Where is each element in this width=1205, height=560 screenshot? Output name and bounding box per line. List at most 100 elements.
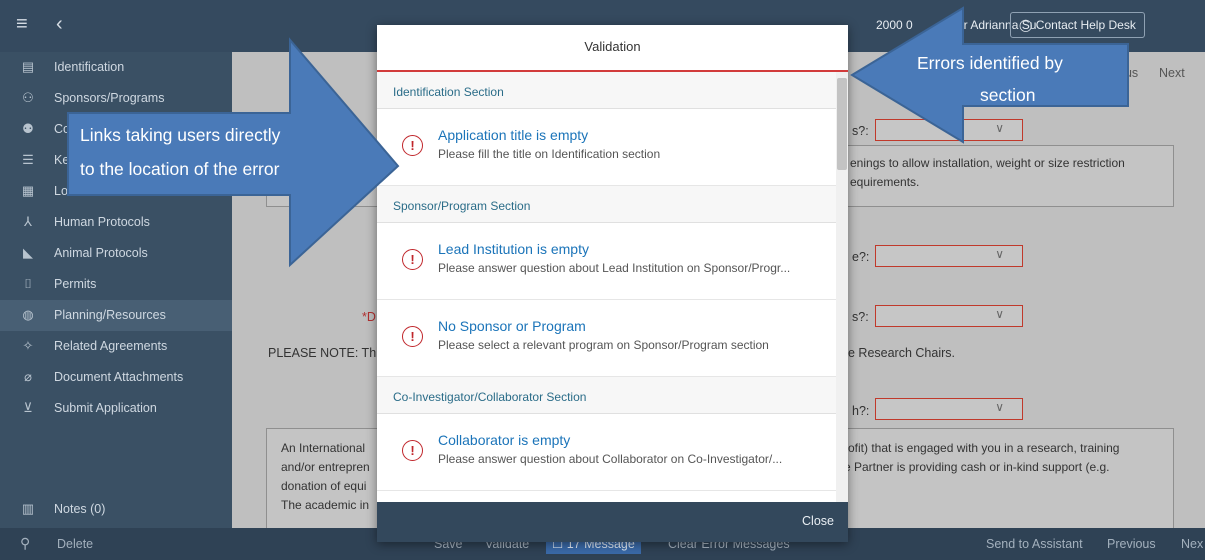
sidebar-item-label: Sponsors/Programs: [54, 91, 165, 105]
error-description: Please answer question about Collaborato…: [438, 452, 783, 466]
info-text: and/or entrepren: [281, 460, 370, 474]
question-label: e?:: [852, 250, 870, 264]
sidebar-item-permits[interactable]: ⌷ Permits: [0, 269, 232, 300]
list-icon: ☰: [22, 152, 34, 167]
close-button[interactable]: Close: [802, 514, 834, 528]
error-description: Please select a relevant program on Spon…: [438, 338, 769, 352]
error-link[interactable]: ! Collaborator is empty Please answer qu…: [377, 414, 836, 491]
send-to-assistant-button[interactable]: Send to Assistant: [986, 537, 1083, 551]
info-text: equirements.: [850, 175, 920, 189]
question-label: h?:: [852, 404, 870, 418]
sidebar-item-planning-resources[interactable]: ◍ Planning/Resources: [0, 300, 232, 331]
error-description: Please answer question about Lead Instit…: [438, 261, 791, 275]
form-icon: ▤: [21, 59, 35, 74]
note-text: PLEASE NOTE: Thi: [268, 346, 379, 360]
chevron-down-icon: ∨: [995, 121, 1004, 135]
next-link[interactable]: Next: [1159, 66, 1185, 80]
sidebar-item-human-protocols[interactable]: ⅄ Human Protocols: [0, 207, 232, 238]
info-text: An International: [281, 441, 366, 455]
sidebar-item-label: Lo: [54, 184, 68, 198]
chevron-down-icon: ∨: [995, 247, 1004, 261]
submit-icon: ⊻: [23, 400, 33, 415]
contact-help-desk-button[interactable]: ◯ Contact Help Desk: [1010, 12, 1145, 38]
section-heading: Identification Section: [393, 85, 504, 99]
permit-icon: ⌷: [24, 276, 32, 291]
validation-list: Identification Section ! Application tit…: [377, 72, 848, 502]
info-text: e Partner is providing cash or in-kind s…: [844, 460, 1110, 474]
paperclip-icon: ⌀: [24, 369, 32, 384]
notes-icon: ▥: [21, 501, 35, 516]
sidebar-item-label: Permits: [54, 277, 97, 291]
scrollbar-thumb[interactable]: [837, 78, 847, 170]
animal-icon: ◣: [23, 245, 33, 260]
error-icon: !: [402, 440, 423, 461]
file-number: 2000 0: [876, 18, 913, 32]
runner-icon: ⅄: [24, 214, 32, 229]
dialog-title: Validation: [377, 25, 848, 72]
search-user-icon[interactable]: ⚲: [20, 535, 30, 552]
chevron-down-icon: ∨: [995, 400, 1004, 414]
sidebar-item-submit-application[interactable]: ⊻ Submit Application: [0, 393, 232, 424]
headset-icon: ◯: [1019, 18, 1033, 32]
scrollbar[interactable]: [836, 72, 848, 502]
globe-icon: ◍: [22, 307, 34, 322]
sidebar-item-label: Identification: [54, 60, 125, 74]
annotation-label: to the location of the error: [80, 159, 280, 179]
sidebar-item-document-attachments[interactable]: ⌀ Document Attachments: [0, 362, 232, 393]
error-link[interactable]: ! Application title is empty Please fill…: [377, 109, 836, 186]
sidebar-item-notes[interactable]: ▥ Notes (0): [0, 494, 232, 525]
info-text: The academic in: [281, 498, 370, 512]
error-title[interactable]: No Sponsor or Program: [438, 318, 586, 334]
error-title[interactable]: Lead Institution is empty: [438, 241, 589, 257]
answer-select[interactable]: ∨: [875, 119, 1023, 141]
delete-button[interactable]: Delete: [57, 537, 93, 551]
dialog-footer: Close: [377, 502, 848, 542]
error-title[interactable]: Application title is empty: [438, 127, 588, 143]
section-header: Co-Investigator/Collaborator Section: [377, 377, 836, 414]
sidebar-item-label: Animal Protocols: [54, 246, 148, 260]
annotation-label: Links taking users directly: [80, 125, 281, 145]
sidebar-item-label: Planning/Resources: [54, 308, 166, 322]
previous-link[interactable]: ous: [1118, 66, 1138, 80]
hamburger-icon[interactable]: ≡: [16, 14, 28, 34]
previous-button[interactable]: Previous: [1107, 537, 1156, 551]
people-icon: ⚇: [22, 90, 34, 105]
info-text: donation of equi: [281, 479, 367, 493]
sidebar-item-label: Related Agreements: [54, 339, 168, 353]
notes-label: Notes (0): [54, 502, 106, 516]
section-header: Identification Section: [377, 72, 836, 109]
annotation-label: Errors identified by: [917, 53, 1063, 73]
contact-help-label: Contact Help Desk: [1035, 18, 1136, 32]
answer-select[interactable]: ∨: [875, 398, 1023, 420]
sidebar-item-label: Co: [54, 122, 70, 136]
info-text: rofit) that is engaged with you in a res…: [844, 441, 1120, 455]
error-link[interactable]: ! No Sponsor or Program Please select a …: [377, 300, 836, 377]
info-text: enings to allow installation, weight or …: [850, 156, 1125, 170]
sidebar-item-sponsors[interactable]: ⚇ Sponsors/Programs: [0, 83, 232, 114]
answer-select[interactable]: ∨: [875, 245, 1023, 267]
sidebar-item-label: Submit Application: [54, 401, 157, 415]
section-heading: Sponsor/Program Section: [393, 199, 531, 213]
note-text: e Research Chairs.: [848, 346, 955, 360]
error-description: Please fill the title on Identification …: [438, 147, 661, 161]
error-icon: !: [402, 326, 423, 347]
error-icon: !: [402, 135, 423, 156]
sidebar-item-identification[interactable]: ▤ Identification: [0, 52, 232, 83]
sidebar-item-related-agreements[interactable]: ✧ Related Agreements: [0, 331, 232, 362]
chevron-down-icon: ∨: [995, 307, 1004, 321]
sidebar-item-label: Human Protocols: [54, 215, 150, 229]
answer-select[interactable]: ∨: [875, 305, 1023, 327]
sidebar-item-label: Ke: [54, 153, 70, 167]
chevron-left-icon[interactable]: ‹: [56, 14, 63, 34]
building-icon: ▦: [21, 183, 35, 198]
required-marker: *D: [362, 310, 376, 324]
error-link[interactable]: ! Lead Institution is empty Please answe…: [377, 223, 836, 300]
section-header: Sponsor/Program Section: [377, 186, 836, 223]
sidebar-item-animal-protocols[interactable]: ◣ Animal Protocols: [0, 238, 232, 269]
error-title[interactable]: Collaborator is empty: [438, 432, 570, 448]
error-icon: !: [402, 249, 423, 270]
handshake-icon: ✧: [22, 338, 34, 353]
question-label: s?:: [852, 310, 869, 324]
next-button[interactable]: Nex: [1181, 537, 1203, 551]
info-text: ve: [362, 156, 375, 170]
